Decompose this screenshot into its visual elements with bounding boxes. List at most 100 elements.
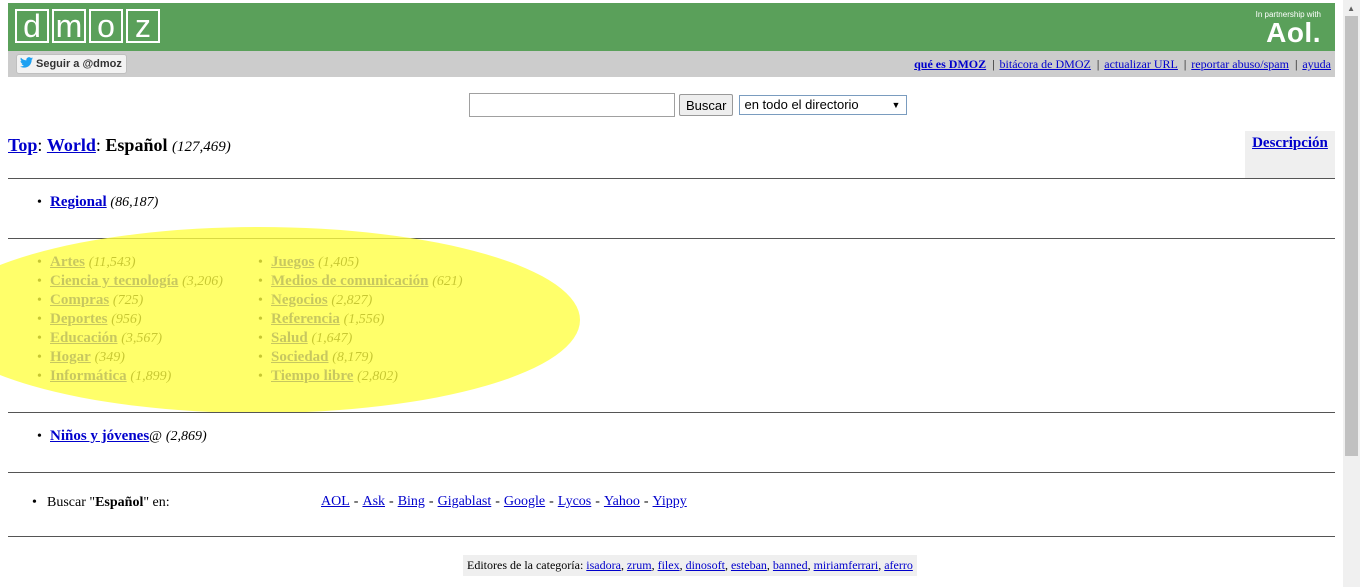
category-link[interactable]: Juegos	[271, 254, 314, 270]
category-link[interactable]: Sociedad	[271, 349, 329, 365]
category-link[interactable]: Educación	[50, 330, 118, 346]
category-link-regional[interactable]: Regional	[50, 194, 107, 210]
vertical-scrollbar[interactable]: ▲	[1343, 0, 1360, 587]
dmoz-logo[interactable]: d m o z	[15, 9, 160, 43]
logo-letter-o: o	[89, 9, 123, 43]
category-count: (621)	[432, 274, 463, 289]
editor-link[interactable]: isadora	[586, 558, 621, 572]
search-scope-select[interactable]: en todo el directorio ▼	[739, 95, 908, 115]
category-count: (349)	[94, 350, 125, 365]
list-item: Juegos (1,405)	[258, 253, 463, 272]
list-item: Niños y jóvenes@ (2,869)	[37, 427, 207, 446]
kids-list: Niños y jóvenes@ (2,869)	[37, 427, 207, 446]
category-link[interactable]: Hogar	[50, 349, 91, 365]
breadcrumb-current: Español	[105, 135, 168, 155]
search-input[interactable]	[469, 93, 675, 117]
category-link[interactable]: Medios de comunicación	[271, 273, 429, 289]
search-term: Español	[95, 495, 144, 510]
editor-link[interactable]: dinosoft	[686, 558, 725, 572]
page: d m o z In partnership with Aol. Seguir …	[0, 3, 1335, 587]
category-link[interactable]: Deportes	[50, 311, 107, 327]
engine-link-gigablast[interactable]: Gigablast	[438, 494, 492, 509]
breadcrumb-world[interactable]: World	[47, 135, 96, 155]
list-item: Sociedad (8,179)	[258, 348, 463, 367]
category-link[interactable]: Compras	[50, 292, 109, 308]
category-link[interactable]: Salud	[271, 330, 308, 346]
link-reportar-abuso[interactable]: reportar abuso/spam	[1191, 57, 1289, 72]
category-link[interactable]: Artes	[50, 254, 85, 270]
list-item: Deportes (956)	[37, 310, 223, 329]
engine-link-ask[interactable]: Ask	[362, 494, 385, 509]
list-item: Referencia (1,556)	[258, 310, 463, 329]
divider	[8, 536, 1335, 537]
breadcrumb: Top: World: Español (127,469)	[8, 135, 231, 155]
editor-link[interactable]: aferro	[884, 558, 913, 572]
category-link[interactable]: Ciencia y tecnología	[50, 273, 178, 289]
category-count: (1,405)	[318, 255, 359, 270]
category-count: (2,869)	[165, 429, 207, 444]
search-other-engines: Buscar "Español" en:	[32, 493, 170, 512]
list-item: Regional (86,187)	[37, 193, 158, 212]
engine-link-lycos[interactable]: Lycos	[558, 494, 591, 509]
list-item: Tiempo libre (2,802)	[258, 367, 463, 386]
scroll-up-arrow-icon[interactable]: ▲	[1347, 4, 1355, 13]
editor-link[interactable]: zrum	[627, 558, 652, 572]
category-link-ninos[interactable]: Niños y jóvenes	[50, 428, 149, 444]
logo-letter-m: m	[52, 9, 86, 43]
category-link[interactable]: Tiempo libre	[271, 368, 353, 384]
scrollbar-thumb[interactable]	[1345, 16, 1358, 456]
category-count: (3,567)	[121, 331, 163, 346]
description-box: Descripción	[1245, 131, 1335, 179]
category-count: (1,556)	[343, 312, 385, 327]
link-que-es-dmoz[interactable]: qué es DMOZ	[914, 57, 986, 72]
editor-link[interactable]: filex	[658, 558, 680, 572]
breadcrumb-count: (127,469)	[171, 139, 231, 155]
category-count: (86,187)	[110, 195, 159, 210]
editor-link[interactable]: miriamferrari	[814, 558, 879, 572]
editor-link[interactable]: esteban	[731, 558, 767, 572]
twitter-follow-button[interactable]: Seguir a @dmoz	[16, 54, 127, 74]
category-count: (8,179)	[332, 350, 374, 365]
dropdown-arrow-icon: ▼	[891, 100, 901, 110]
list-item: Medios de comunicación (621)	[258, 272, 463, 291]
logo-letter-d: d	[15, 9, 49, 43]
at-symbol: @	[149, 429, 163, 444]
category-count: (956)	[111, 312, 142, 327]
link-actualizar-url[interactable]: actualizar URL	[1104, 57, 1178, 72]
editors-label: Editores de la categoría:	[467, 558, 584, 572]
engine-link-aol[interactable]: AOL	[321, 494, 350, 509]
category-count: (2,827)	[331, 293, 373, 308]
top-links: qué es DMOZ | bitácora de DMOZ | actuali…	[914, 57, 1331, 72]
category-link[interactable]: Negocios	[271, 292, 328, 308]
list-item: Ciencia y tecnología (3,206)	[37, 272, 223, 291]
category-link[interactable]: Informática	[50, 368, 127, 384]
engine-link-yahoo[interactable]: Yahoo	[604, 494, 640, 509]
regional-list: Regional (86,187)	[37, 193, 158, 212]
list-item: Hogar (349)	[37, 348, 223, 367]
breadcrumb-top[interactable]: Top	[8, 135, 37, 155]
list-item: Buscar "Español" en:	[32, 493, 170, 512]
search-form: Buscar en todo el directorio ▼	[469, 93, 908, 117]
search-button[interactable]: Buscar	[679, 94, 734, 116]
aol-partner-logo[interactable]: In partnership with Aol.	[1256, 10, 1321, 47]
editor-link[interactable]: banned	[773, 558, 808, 572]
list-item: Informática (1,899)	[37, 367, 223, 386]
engine-link-yippy[interactable]: Yippy	[653, 494, 687, 509]
engine-link-google[interactable]: Google	[504, 494, 545, 509]
logo-letter-z: z	[126, 9, 160, 43]
aol-wordmark: Aol.	[1266, 17, 1321, 48]
search-scope-value: en todo el directorio	[744, 97, 859, 112]
list-item: Salud (1,647)	[258, 329, 463, 348]
engine-link-bing[interactable]: Bing	[398, 494, 425, 509]
link-ayuda[interactable]: ayuda	[1302, 57, 1331, 72]
category-link[interactable]: Referencia	[271, 311, 340, 327]
site-header: d m o z In partnership with Aol.	[8, 3, 1335, 51]
category-count: (3,206)	[182, 274, 223, 289]
top-link-bar: Seguir a @dmoz qué es DMOZ | bitácora de…	[8, 51, 1335, 77]
description-link[interactable]: Descripción	[1252, 135, 1328, 151]
link-bitacora[interactable]: bitácora de DMOZ	[1000, 57, 1091, 72]
category-count: (1,647)	[311, 331, 353, 346]
divider	[8, 472, 1335, 473]
category-count: (725)	[112, 293, 144, 308]
engine-links: AOL - Ask - Bing - Gigablast - Google - Lycos - Yaho…	[321, 494, 687, 509]
